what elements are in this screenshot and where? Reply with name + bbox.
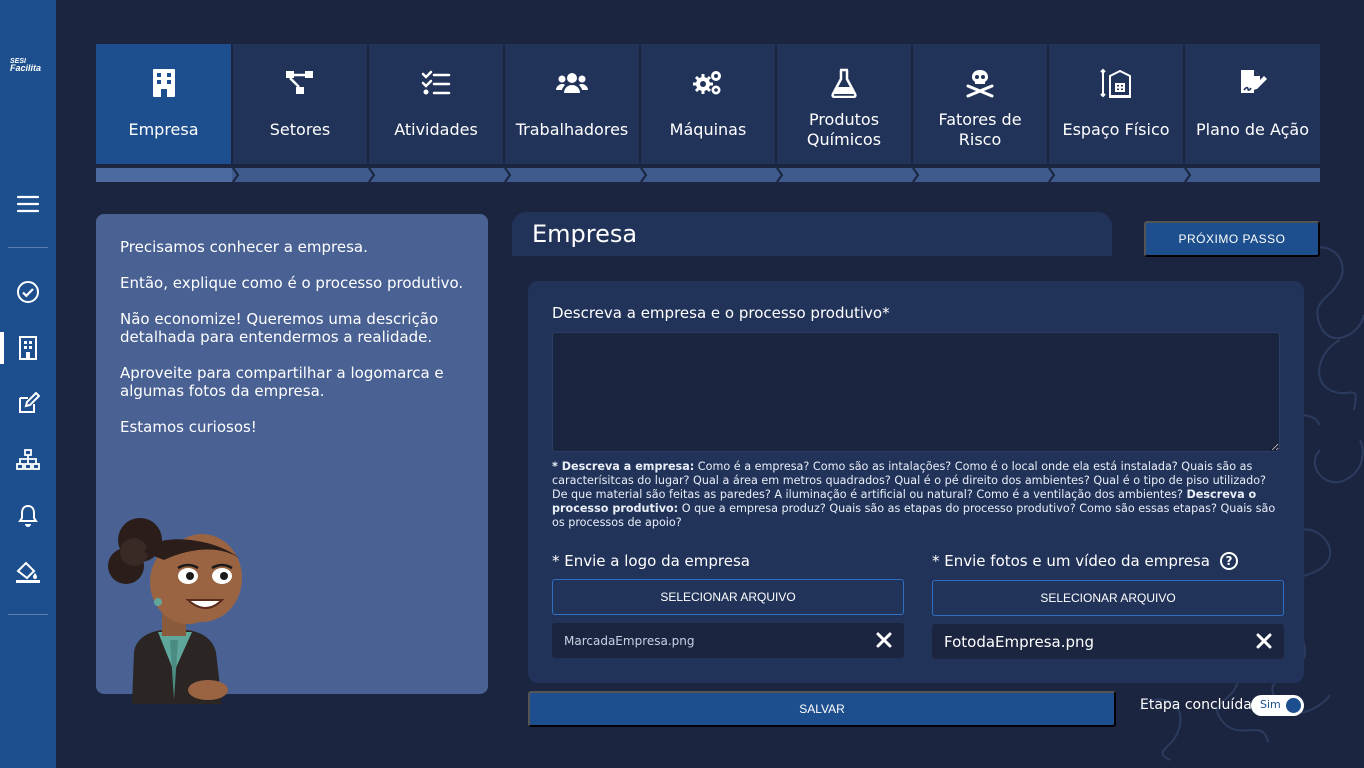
sitemap-icon[interactable] — [14, 446, 42, 474]
sidebar-divider — [8, 614, 48, 615]
section-header: Empresa — [512, 212, 1112, 256]
sidebar: SESI Facilita — [0, 0, 56, 768]
hint-bold: * Descreva a empresa: — [552, 460, 695, 473]
logo-file-name: MarcadaEmpresa.png — [564, 633, 695, 648]
brand-line2: Facilita — [10, 63, 42, 73]
progress-bar — [96, 168, 1320, 182]
info-text: Precisamos conhecer a empresa. — [120, 238, 368, 256]
file-signature-icon — [1236, 66, 1270, 100]
select-photos-file-button[interactable]: SELECIONAR ARQUIVO — [932, 580, 1284, 616]
tab-trabalhadores[interactable]: Trabalhadores — [505, 44, 639, 164]
tab-maquinas[interactable]: Máquinas — [641, 44, 775, 164]
sidebar-divider — [8, 247, 48, 248]
tab-label: Empresa — [128, 120, 199, 139]
logo-upload-label: * Envie a logo da empresa — [552, 552, 750, 570]
info-text: Não economize! Queremos uma descrição de… — [120, 310, 439, 346]
photo-file-name: FotodaEmpresa.png — [944, 632, 1095, 651]
check-circle-icon[interactable] — [14, 278, 42, 306]
skull-crossbones-icon — [963, 66, 997, 100]
info-text: Estamos curiosos! — [120, 418, 257, 436]
step-complete-toggle[interactable]: Sim — [1251, 695, 1304, 716]
step-complete-label: Etapa concluída — [1140, 697, 1252, 713]
tab-atividades[interactable]: Atividades — [369, 44, 503, 164]
building-measure-icon — [1099, 66, 1133, 100]
tab-label: Plano de Ação — [1195, 120, 1310, 139]
tab-label: Espaço Físico — [1062, 120, 1170, 139]
page-title: Empresa — [532, 220, 638, 248]
tab-label: Máquinas — [669, 120, 747, 139]
menu-icon[interactable] — [14, 190, 42, 218]
tab-label: Produtos Químicos — [806, 110, 882, 149]
logo-file-chip: MarcadaEmpresa.png — [552, 623, 904, 658]
select-logo-file-button[interactable]: SELECIONAR ARQUIVO — [552, 579, 904, 615]
paint-bucket-icon[interactable] — [14, 558, 42, 586]
tab-fatores-de-risco[interactable]: Fatores de Risco — [913, 44, 1047, 164]
description-label: Descreva a empresa e o processo produtiv… — [552, 304, 890, 322]
toggle-knob — [1286, 698, 1301, 713]
photo-file-chip: FotodaEmpresa.png — [932, 624, 1284, 659]
description-hint: * Descreva a empresa: Como é a empresa? … — [552, 460, 1282, 530]
logo-upload-label-text: * Envie a logo da empresa — [552, 552, 750, 570]
info-text: Então, explique como é o processo produt… — [120, 274, 464, 292]
photos-upload-label: * Envie fotos e um vídeo da empresa ? — [932, 552, 1238, 570]
character-illustration — [108, 518, 242, 704]
sitemap-icon — [283, 66, 317, 100]
tab-label: Fatores de Risco — [938, 110, 1022, 149]
users-icon — [555, 66, 589, 100]
building-icon — [147, 66, 181, 100]
flask-icon — [827, 66, 861, 100]
tab-setores[interactable]: Setores — [233, 44, 367, 164]
brand-logo: SESI Facilita — [10, 58, 48, 73]
description-textarea[interactable] — [552, 332, 1280, 452]
building-icon[interactable] — [14, 334, 42, 362]
help-icon[interactable]: ? — [1219, 552, 1238, 570]
sidebar-active-indicator — [0, 332, 4, 364]
tab-espaco-fisico[interactable]: Espaço Físico — [1049, 44, 1183, 164]
bell-icon[interactable] — [14, 502, 42, 530]
close-icon[interactable] — [1256, 633, 1272, 649]
step-tabs: Empresa Setores Atividades Trabalhadores… — [96, 44, 1320, 182]
tab-plano-de-acao[interactable]: Plano de Ação — [1185, 44, 1320, 164]
next-step-button[interactable]: PRÓXIMO PASSO — [1144, 221, 1320, 257]
gears-icon — [691, 66, 725, 100]
close-icon[interactable] — [876, 632, 892, 648]
tab-empresa[interactable]: Empresa — [96, 44, 231, 164]
tab-label: Setores — [269, 120, 331, 139]
checklist-icon — [419, 66, 453, 100]
tab-label: Atividades — [394, 120, 478, 139]
tab-produtos-quimicos[interactable]: Produtos Químicos — [777, 44, 911, 164]
save-button[interactable]: SALVAR — [528, 691, 1116, 727]
tab-label: Trabalhadores — [515, 120, 629, 139]
toggle-label: Sim — [1260, 698, 1281, 711]
edit-icon[interactable] — [14, 390, 42, 418]
info-text: Aproveite para compartilhar a logomarca … — [120, 364, 444, 400]
photos-upload-label-text: * Envie fotos e um vídeo da empresa — [932, 552, 1210, 570]
